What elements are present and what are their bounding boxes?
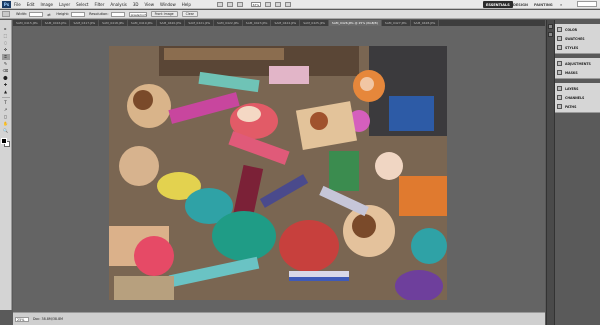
color-icon <box>557 27 562 32</box>
photo-keychains-image <box>109 46 447 300</box>
masks-icon <box>557 70 562 75</box>
zoom-tool-icon[interactable]: 🔍 <box>2 128 10 134</box>
menu-edit[interactable]: Edit <box>27 2 35 7</box>
crop-tool-preset-icon[interactable] <box>2 11 10 17</box>
crop-tool-icon[interactable]: ⌗ <box>1 54 10 60</box>
menu-3d[interactable]: 3D <box>133 2 139 7</box>
layers-icon <box>557 86 562 91</box>
mini-bridge-icon[interactable] <box>226 1 233 7</box>
swatches-icon <box>557 36 562 41</box>
panel-label: COLOR <box>565 27 578 32</box>
canvas-area[interactable] <box>13 26 545 312</box>
marquee-tool-icon[interactable]: ⬚ <box>2 33 10 39</box>
zoom-level-select[interactable]: 67% <box>250 1 261 7</box>
status-bar: 25% Doc: 38.8M/38.8M <box>13 312 545 325</box>
panel-label: ADJUSTMENTS <box>565 61 591 66</box>
panel-label: PATHS <box>565 104 577 109</box>
menu-filter[interactable]: Filter <box>94 2 104 7</box>
menu-help[interactable]: Help <box>182 2 191 7</box>
resolution-label: Resolution: <box>89 12 109 16</box>
photoshop-window: Ps File Edit Image Layer Select Filter A… <box>0 0 600 325</box>
panel-label: MASKS <box>565 70 578 75</box>
panel-tab-paths[interactable]: PATHS <box>555 102 600 111</box>
width-label: Width: <box>16 12 28 16</box>
menu-analysis[interactable]: Analysis <box>110 2 126 7</box>
tools-panel: ▸ ⬚ ◌ ✣ ⌗ ✎ ⌫ ⬤ ✚ ▲ T ↗ ◻ ✋ 🔍 <box>0 20 12 310</box>
panel-group-layers: LAYERS CHANNELS PATHS <box>555 83 600 113</box>
panel-tab-adjustments[interactable]: ADJUSTMENTS <box>555 59 600 68</box>
screen-mode-icon[interactable] <box>284 1 291 7</box>
help-search-input[interactable] <box>577 1 597 7</box>
status-zoom-field[interactable]: 25% <box>15 316 29 322</box>
hand-tool-icon[interactable]: ✋ <box>2 121 10 127</box>
document-photo[interactable] <box>109 46 447 300</box>
document-size-info[interactable]: Doc: 38.8M/38.8M <box>33 317 63 321</box>
menu-window[interactable]: Window <box>160 2 176 7</box>
move-tool-icon[interactable]: ▸ <box>2 26 10 32</box>
panel-dock-strip <box>546 20 554 325</box>
height-label: Height: <box>56 12 70 16</box>
panel-label: STYLES <box>565 45 579 50</box>
width-field[interactable] <box>29 11 44 17</box>
styles-icon <box>557 45 562 50</box>
healing-tool-icon[interactable]: ✚ <box>2 82 10 88</box>
quick-selection-tool-icon[interactable]: ✣ <box>2 47 10 53</box>
panel-label: LAYERS <box>565 86 579 91</box>
actions-icon[interactable] <box>548 32 553 37</box>
panel-tab-layers[interactable]: LAYERS <box>555 84 600 93</box>
burn-tool-icon[interactable]: ▲ <box>2 89 10 95</box>
app-logo: Ps <box>2 0 11 8</box>
panel-label: SWATCHES <box>565 36 585 41</box>
front-image-button[interactable]: Front Image <box>150 11 178 17</box>
arrange-documents-icon[interactable] <box>274 1 281 7</box>
panels-dock: COLOR SWATCHES STYLES ADJUSTMENTS MASKS … <box>554 20 600 325</box>
bridge-icon[interactable] <box>216 1 223 7</box>
swap-dimensions-icon[interactable]: ⇄ <box>47 12 52 17</box>
shape-tool-icon[interactable]: ◻ <box>2 114 10 120</box>
menu-file[interactable]: File <box>14 2 21 7</box>
blur-tool-icon[interactable]: ⬤ <box>2 75 10 81</box>
clear-button[interactable]: Clear <box>181 11 198 17</box>
brush-tool-icon[interactable]: ✎ <box>2 61 10 67</box>
foreground-color-swatch[interactable] <box>1 138 7 144</box>
hand-tool-icon[interactable] <box>264 1 271 7</box>
color-swatches[interactable] <box>1 138 10 147</box>
channels-icon <box>557 95 562 100</box>
height-field[interactable] <box>71 11 86 17</box>
extras-icon[interactable] <box>236 1 243 7</box>
panel-group-color: COLOR SWATCHES STYLES <box>555 24 600 54</box>
type-tool-icon[interactable]: T <box>2 100 10 106</box>
workspace-essentials[interactable]: ESSENTIALS <box>483 1 513 8</box>
panel-tab-masks[interactable]: MASKS <box>555 68 600 77</box>
menu-image[interactable]: Image <box>40 2 53 7</box>
menu-view[interactable]: View <box>145 2 155 7</box>
path-selection-tool-icon[interactable]: ↗ <box>2 107 10 113</box>
resolution-unit-select[interactable]: pixels/inch <box>128 11 147 17</box>
resolution-field[interactable] <box>110 11 125 17</box>
options-bar: Width: ⇄ Height: Resolution: pixels/inch… <box>0 10 600 19</box>
workspace-more[interactable]: » <box>560 1 562 8</box>
panel-tab-channels[interactable]: CHANNELS <box>555 93 600 102</box>
history-icon[interactable] <box>548 24 553 29</box>
paths-icon <box>557 104 562 109</box>
panel-tab-color[interactable]: COLOR <box>555 25 600 34</box>
application-bar-icons: 67% <box>216 1 291 7</box>
menu-select[interactable]: Select <box>76 2 88 7</box>
lasso-tool-icon[interactable]: ◌ <box>2 40 10 46</box>
adjustments-icon <box>557 61 562 66</box>
panel-label: CHANNELS <box>565 95 585 100</box>
eraser-tool-icon[interactable]: ⌫ <box>2 68 10 74</box>
menu-layer[interactable]: Layer <box>59 2 70 7</box>
workspace-painting[interactable]: PAINTING <box>534 1 553 8</box>
menu-bar: Ps File Edit Image Layer Select Filter A… <box>0 0 600 9</box>
panel-tab-swatches[interactable]: SWATCHES <box>555 34 600 43</box>
workspace-design[interactable]: DESIGN <box>513 1 528 8</box>
panel-tab-styles[interactable]: STYLES <box>555 43 600 52</box>
tools-divider <box>1 97 10 98</box>
panel-group-adjustments: ADJUSTMENTS MASKS <box>555 58 600 79</box>
